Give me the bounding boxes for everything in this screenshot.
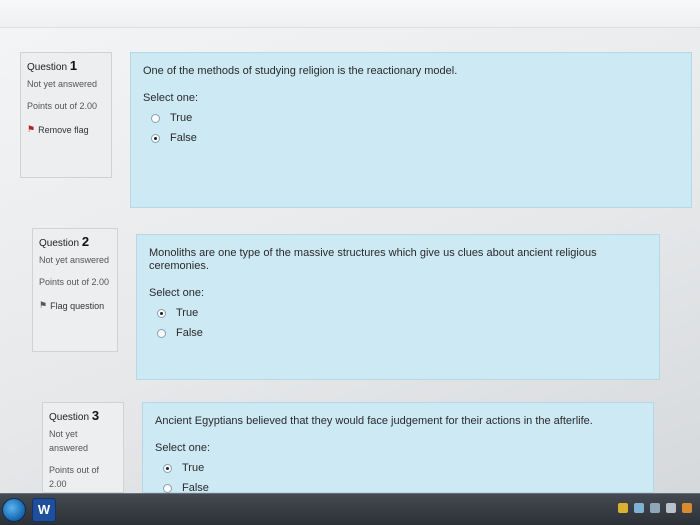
tray-warning-icon[interactable] <box>618 503 628 513</box>
option-false[interactable]: False <box>143 132 679 144</box>
select-one-label: Select one: <box>155 442 211 454</box>
question-points: Points out of 2.00 <box>49 465 100 489</box>
system-tray <box>618 503 692 513</box>
option-label: False <box>170 132 197 144</box>
question-1-title: Question 1 <box>27 59 105 75</box>
radio-button[interactable] <box>151 113 160 123</box>
option-true[interactable]: True <box>143 112 679 124</box>
word-app-icon[interactable]: W <box>32 498 56 522</box>
question-text: Monoliths are one type of the massive st… <box>149 247 597 272</box>
option-label: True <box>182 462 205 474</box>
question-state: Not yet answered <box>27 79 98 89</box>
radio-button-checked[interactable] <box>151 133 160 143</box>
flag-question-button[interactable]: ⚑ Flag question <box>39 299 111 313</box>
tray-volume-icon[interactable] <box>666 503 676 513</box>
option-false[interactable]: False <box>149 327 647 339</box>
tray-network-icon[interactable] <box>634 503 644 513</box>
start-button-icon[interactable] <box>2 498 26 522</box>
question-3-content: Ancient Egyptians believed that they wou… <box>142 402 654 494</box>
question-number: 2 <box>81 234 90 249</box>
option-true[interactable]: True <box>155 462 641 474</box>
question-2-info: Question 2 Not yet answered Points out o… <box>32 228 118 352</box>
tray-update-icon[interactable] <box>682 503 692 513</box>
question-points: Points out of 2.00 <box>27 101 98 111</box>
question-number: 1 <box>69 58 78 73</box>
option-label: False <box>176 327 203 339</box>
question-label: Question <box>49 412 90 423</box>
option-label: True <box>170 112 193 124</box>
radio-button[interactable] <box>157 328 166 338</box>
question-label: Question <box>27 62 68 73</box>
option-label: True <box>176 307 199 319</box>
question-state: Not yet answered <box>39 255 110 265</box>
question-text: One of the methods of studying religion … <box>143 65 458 77</box>
radio-button-checked[interactable] <box>157 308 166 318</box>
option-true[interactable]: True <box>149 307 647 319</box>
question-points: Points out of 2.00 <box>39 277 110 287</box>
flag-label: Flag question <box>50 301 105 311</box>
question-state: Not yet answered <box>49 429 89 453</box>
question-label: Question <box>39 238 80 249</box>
question-3-title: Question 3 <box>49 409 117 425</box>
radio-button-checked[interactable] <box>163 463 172 473</box>
remove-flag-button[interactable]: ⚑ Remove flag <box>27 123 105 137</box>
question-1-content: One of the methods of studying religion … <box>130 52 692 208</box>
tray-display-icon[interactable] <box>650 503 660 513</box>
flag-icon: ⚑ <box>39 300 48 310</box>
question-text: Ancient Egyptians believed that they wou… <box>155 415 593 427</box>
question-1-info: Question 1 Not yet answered Points out o… <box>20 52 112 178</box>
question-3-info: Question 3 Not yet answered Points out o… <box>42 402 124 493</box>
radio-button[interactable] <box>163 483 172 493</box>
question-2-content: Monoliths are one type of the massive st… <box>136 234 660 380</box>
flag-label: Remove flag <box>38 125 89 135</box>
browser-top-strip <box>0 0 700 28</box>
select-one-label: Select one: <box>149 287 205 299</box>
question-number: 3 <box>91 408 100 423</box>
question-2-title: Question 2 <box>39 235 111 251</box>
taskbar: W <box>0 493 700 525</box>
flag-icon: ⚑ <box>27 124 36 134</box>
select-one-label: Select one: <box>143 92 199 104</box>
